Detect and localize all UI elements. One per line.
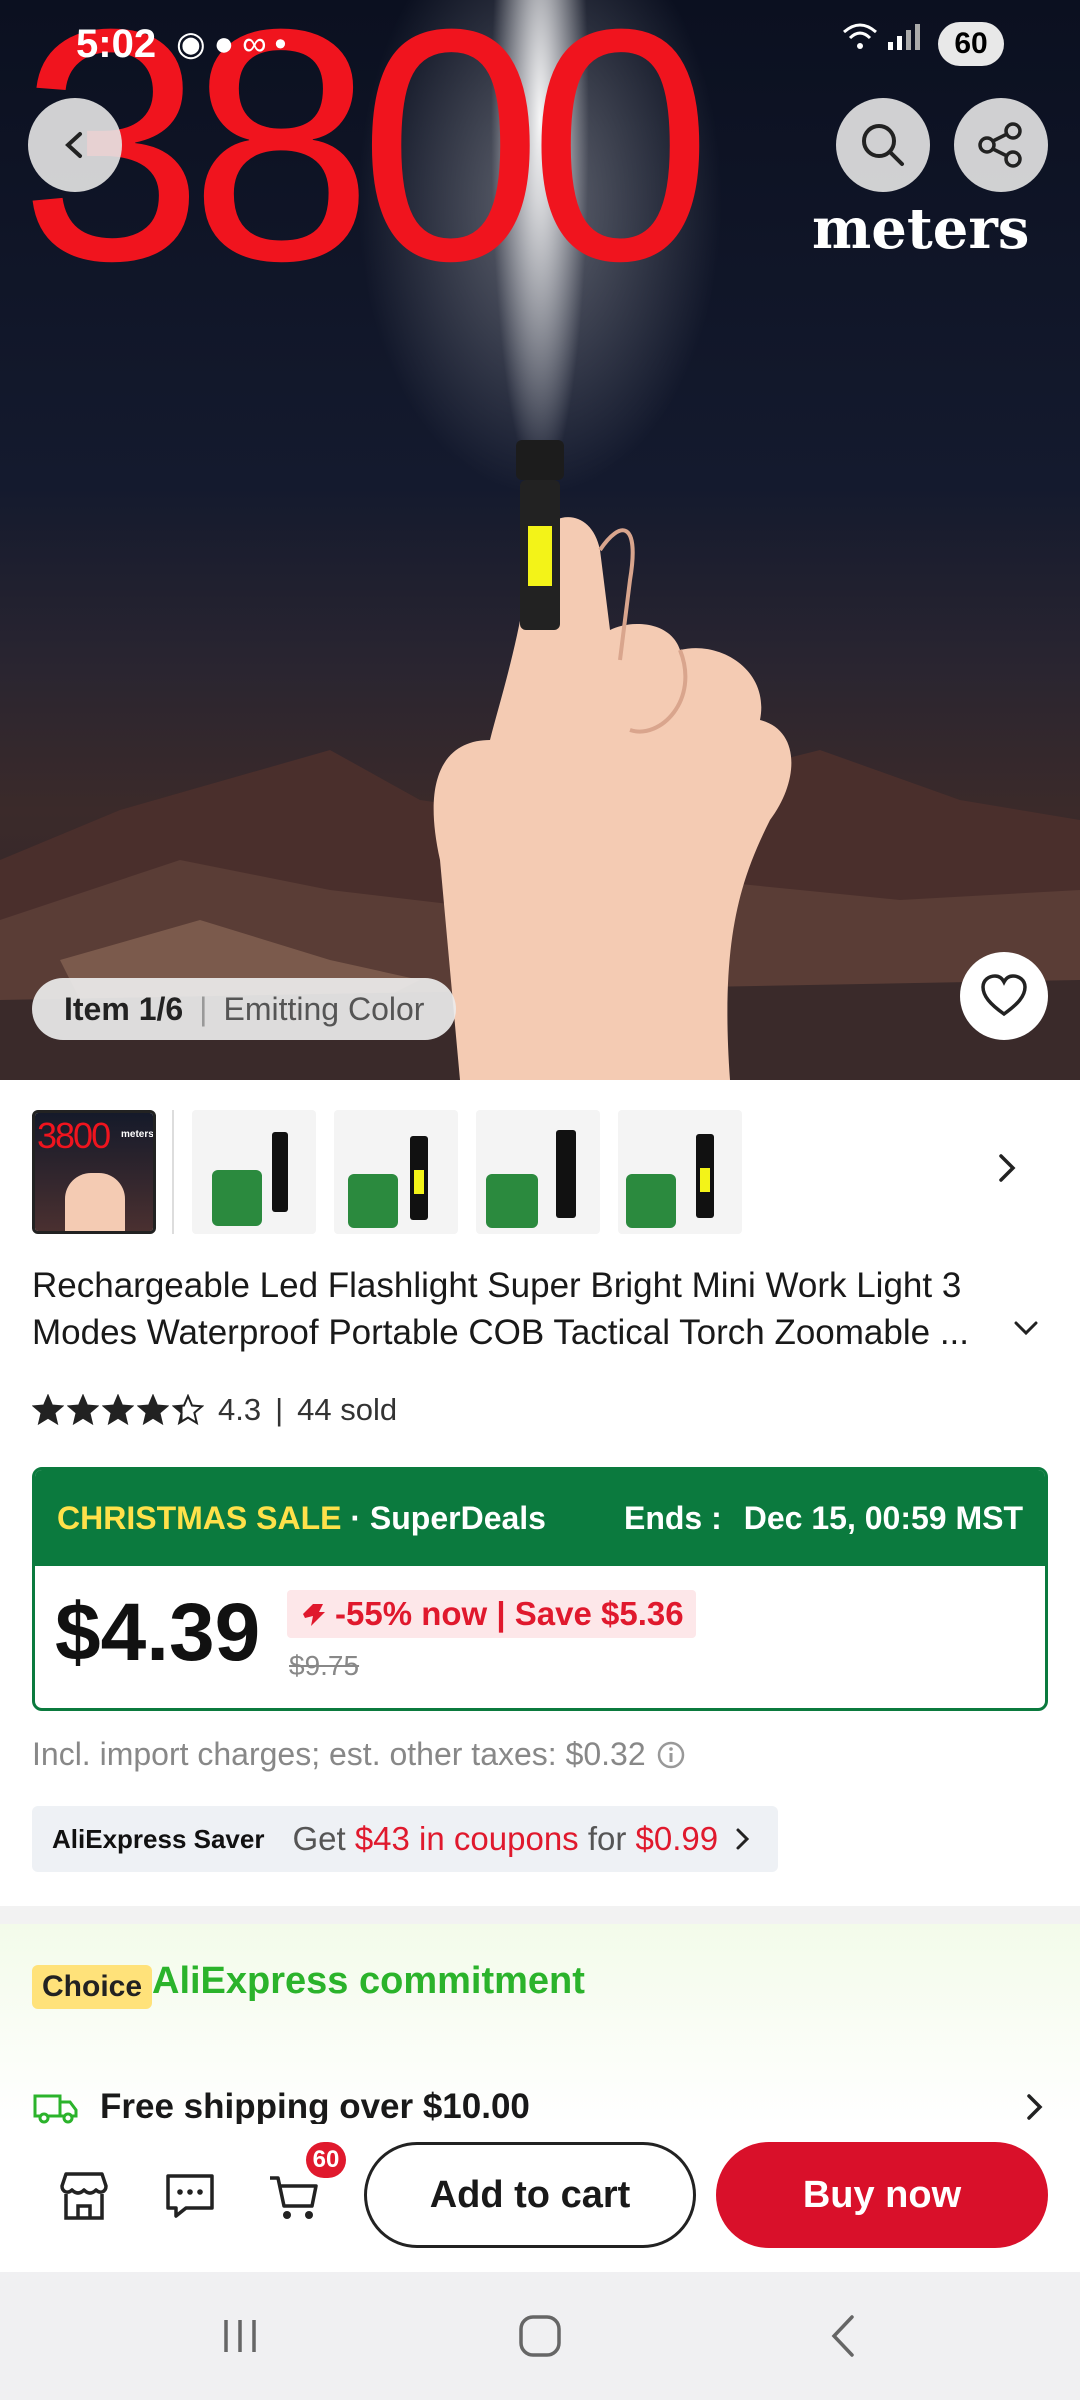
commitment-title: AliExpress commitment [152,1960,585,2002]
deal-separator: · [341,1499,370,1536]
thumbnails-next-button[interactable] [992,1150,1022,1191]
discount-badge: -55% now | Save $5.36 [287,1590,696,1638]
share-icon [978,122,1022,168]
product-title: Rechargeable Led Flashlight Super Bright… [32,1266,969,1352]
chevron-left-icon [65,132,82,158]
choice-badge: Choice [32,1965,153,2009]
rating-divider: | [275,1392,284,1427]
signal-icons [842,22,926,60]
tax-note: Incl. import charges; est. other taxes: … [32,1736,686,1773]
chat-icon [166,2174,214,2218]
deal-body: $4.39 -55% now | Save $5.36 $9.75 [35,1566,1045,1708]
thumbnail-1[interactable]: 3800 meters [32,1110,156,1234]
superdeals-label: SuperDeals [369,1499,546,1536]
deal-header: CHRISTMAS SALE · SuperDeals Ends : Dec 1… [35,1470,1045,1566]
info-icon[interactable] [656,1740,686,1770]
dot-icon: • [274,25,295,63]
system-back-button[interactable] [804,2308,884,2364]
sold-count: 44 sold [297,1392,398,1427]
chevron-right-icon [999,1154,1016,1182]
image-variant-pill[interactable]: Item 1/6 | Emitting Color [32,978,457,1040]
voicemail-icon: ∞ [242,25,275,63]
saver-coupons: $43 in coupons [354,1820,579,1857]
search-button[interactable] [836,98,930,192]
saver-price: $0.99 [635,1820,719,1857]
store-button[interactable] [52,2164,116,2228]
back-button[interactable] [28,98,122,192]
rating-row[interactable]: 4.3 | 44 sold [32,1388,397,1432]
flashlight-image [516,440,564,630]
status-bar: 5:02 ◉●∞• 60 [0,0,1080,90]
buy-now-button[interactable]: Buy now [716,2142,1048,2248]
free-shipping-text: Free shipping over $10.00 [100,2087,530,2126]
rating-value: 4.3 [218,1392,262,1427]
rating-stars [32,1394,204,1426]
star-icon [67,1394,99,1426]
tax-note-text: Incl. import charges; est. other taxes: … [32,1736,646,1772]
original-price: $9.75 [289,1650,360,1681]
hero-range-unit: meters [812,196,1030,262]
battery-indicator: 60 [938,22,1004,66]
current-price: $4.39 [55,1587,261,1678]
thumbnail-1-unit: meters [121,1129,154,1140]
thumbnail-3[interactable] [334,1110,458,1234]
cart-count-badge: 60 [306,2142,346,2178]
home-icon [519,2315,561,2357]
item-counter: Item 1/6 [64,990,184,1027]
variant-label: Emitting Color [223,990,425,1027]
star-icon [137,1394,169,1426]
saver-logo: AliExpress Saver [52,1823,265,1854]
star-icon [102,1394,134,1426]
thumbnail-2[interactable] [192,1110,316,1234]
cart-icon [270,2176,318,2219]
chat-button[interactable] [158,2164,222,2228]
notification-icons: ◉●∞• [176,24,294,64]
add-to-cart-button[interactable]: Add to cart [364,2142,696,2248]
deal-card: CHRISTMAS SALE · SuperDeals Ends : Dec 1… [32,1467,1048,1711]
home-button[interactable] [500,2308,580,2364]
star-icon [32,1394,64,1426]
recent-apps-button[interactable] [200,2308,280,2364]
discount-text: -55% now | Save $5.36 [335,1595,684,1632]
chevron-right-icon [1027,2094,1043,2120]
thumbnail-5[interactable] [618,1110,742,1234]
expand-title-button[interactable] [1012,1318,1040,1343]
pill-divider: | [199,990,208,1027]
saver-mid: for [578,1820,636,1857]
aliexpress-saver-banner[interactable]: AliExpress Saver Get $43 in coupons for … [32,1806,778,1872]
messenger-icon: ◉ [176,25,214,63]
share-button[interactable] [954,98,1048,192]
saver-prefix: Get [292,1820,355,1857]
section-divider [0,1906,1080,1924]
store-icon [60,2172,108,2220]
thumbnail-strip: 3800 meters [32,1110,1048,1234]
app-icon: ● [213,25,243,63]
back-icon [831,2315,854,2357]
product-image[interactable]: 3800 meters 5:02 ◉●∞• 60 Item 1/6 | Emit… [0,0,1080,1080]
deal-ends-value: Dec 15, 00:59 MST [743,1499,1023,1536]
truck-icon [33,2094,78,2124]
thumbnail-4[interactable] [476,1110,600,1234]
thumbnail-1-number: 3800 [37,1115,111,1156]
wishlist-button[interactable] [960,952,1048,1040]
heart-icon [981,974,1027,1017]
star-icon [172,1394,204,1426]
cell-signal-icon [888,24,921,50]
christmas-sale-label: CHRISTMAS SALE [57,1499,342,1536]
wifi-icon [843,23,877,49]
deal-ends-label: Ends : [623,1499,722,1536]
status-time: 5:02 [76,22,157,66]
system-navigation-bar [0,2272,1080,2400]
thumbnail-divider [172,1110,174,1234]
chevron-right-icon [736,1828,750,1850]
search-icon [862,124,904,166]
chevron-down-icon [1014,1321,1038,1336]
discount-arrow-icon [303,1604,325,1626]
recent-apps-icon [224,2320,256,2352]
